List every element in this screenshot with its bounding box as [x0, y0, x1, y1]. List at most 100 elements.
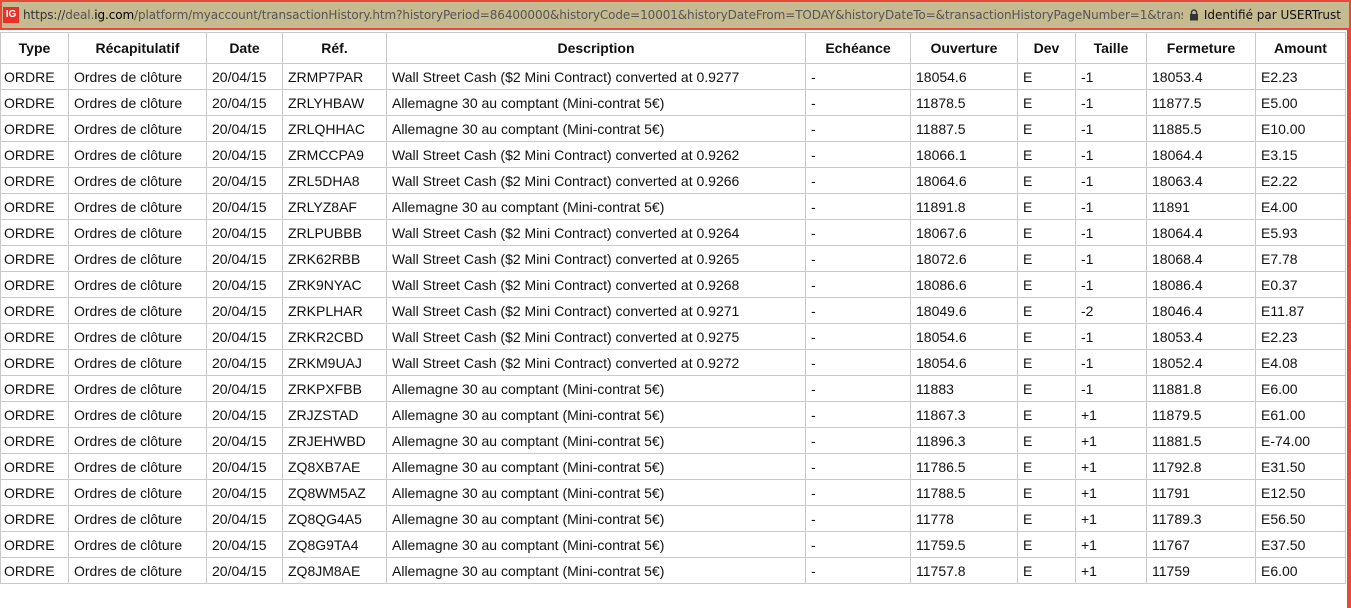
table-row[interactable]: ORDRE Ordres de clôture 20/04/15 ZRK9NYAC Wa…	[0, 271, 1346, 298]
cell-taille: +1	[1075, 531, 1147, 558]
column-header-type[interactable]: Type	[0, 32, 69, 64]
column-header-date[interactable]: Date	[206, 32, 283, 64]
table-row[interactable]: ORDRE Ordres de clôture 20/04/15 ZQ8XB7AE Al…	[0, 453, 1346, 480]
cell-taille: -1	[1075, 219, 1147, 246]
cell-dev: E	[1017, 349, 1076, 376]
transaction-history-table: Type Récapitulatif Date Réf. Description Eché…	[0, 32, 1346, 584]
cell-ouverture: 11891.8	[910, 193, 1018, 220]
cell-echeance: -	[805, 271, 911, 298]
cell-type: ORDRE	[0, 115, 69, 142]
cell-description: Allemagne 30 au comptant (Mini-contrat 5…	[386, 193, 806, 220]
table-row[interactable]: ORDRE Ordres de clôture 20/04/15 ZQ8QG4A5 Al…	[0, 505, 1346, 532]
cell-description: Allemagne 30 au comptant (Mini-contrat 5…	[386, 453, 806, 480]
cell-type: ORDRE	[0, 323, 69, 350]
column-header-taille[interactable]: Taille	[1075, 32, 1147, 64]
table-row[interactable]: ORDRE Ordres de clôture 20/04/15 ZRMP7PAR Wa…	[0, 63, 1346, 90]
table-row[interactable]: ORDRE Ordres de clôture 20/04/15 ZRKR2CBD Wa…	[0, 323, 1346, 350]
cell-fermeture: 11879.5	[1146, 401, 1256, 428]
cell-type: ORDRE	[0, 505, 69, 532]
cell-recapitulatif: Ordres de clôture	[68, 89, 207, 116]
cell-date: 20/04/15	[206, 141, 283, 168]
cell-ouverture: 11867.3	[910, 401, 1018, 428]
cell-description: Allemagne 30 au comptant (Mini-contrat 5…	[386, 401, 806, 428]
table-row[interactable]: ORDRE Ordres de clôture 20/04/15 ZRKPLHAR Wa…	[0, 297, 1346, 324]
column-header-echeance[interactable]: Echéance	[805, 32, 911, 64]
cell-amount: E2.23	[1255, 323, 1346, 350]
cell-ref: ZRMP7PAR	[282, 63, 387, 90]
cell-fermeture: 18053.4	[1146, 63, 1256, 90]
cell-amount: E4.08	[1255, 349, 1346, 376]
cell-taille: +1	[1075, 479, 1147, 506]
table-row[interactable]: ORDRE Ordres de clôture 20/04/15 ZRLQHHAC Al…	[0, 115, 1346, 142]
cell-ouverture: 18072.6	[910, 245, 1018, 272]
cell-recapitulatif: Ordres de clôture	[68, 505, 207, 532]
table-row[interactable]: ORDRE Ordres de clôture 20/04/15 ZRJZSTAD Al…	[0, 401, 1346, 428]
cell-type: ORDRE	[0, 167, 69, 194]
cell-date: 20/04/15	[206, 401, 283, 428]
table-row[interactable]: ORDRE Ordres de clôture 20/04/15 ZRKPXFBB Al…	[0, 375, 1346, 402]
cell-taille: -1	[1075, 271, 1147, 298]
cell-date: 20/04/15	[206, 323, 283, 350]
cell-taille: -1	[1075, 63, 1147, 90]
cell-type: ORDRE	[0, 193, 69, 220]
cell-ref: ZRLYHBAW	[282, 89, 387, 116]
cell-dev: E	[1017, 453, 1076, 480]
table-row[interactable]: ORDRE Ordres de clôture 20/04/15 ZRL5DHA8 Wa…	[0, 167, 1346, 194]
table-row[interactable]: ORDRE Ordres de clôture 20/04/15 ZQ8WM5AZ Al…	[0, 479, 1346, 506]
cell-date: 20/04/15	[206, 531, 283, 558]
url-path: /platform/myaccount/transactionHistory.h…	[134, 8, 1183, 22]
cell-echeance: -	[805, 141, 911, 168]
address-bar[interactable]: IG https://deal.ig.com/platform/myaccoun…	[0, 0, 1351, 30]
cell-taille: -1	[1075, 89, 1147, 116]
url-subdomain: deal.	[65, 8, 95, 22]
cell-type: ORDRE	[0, 479, 69, 506]
cell-ref: ZQ8G9TA4	[282, 531, 387, 558]
cell-echeance: -	[805, 349, 911, 376]
cell-date: 20/04/15	[206, 219, 283, 246]
cell-ouverture: 18054.6	[910, 63, 1018, 90]
table-row[interactable]: ORDRE Ordres de clôture 20/04/15 ZRLYHBAW Al…	[0, 89, 1346, 116]
page: IG https://deal.ig.com/platform/myaccoun…	[0, 0, 1351, 608]
column-header-amount[interactable]: Amount	[1255, 32, 1346, 64]
table-row[interactable]: ORDRE Ordres de clôture 20/04/15 ZRLYZ8AF Al…	[0, 193, 1346, 220]
cell-dev: E	[1017, 505, 1076, 532]
table-row[interactable]: ORDRE Ordres de clôture 20/04/15 ZQ8JM8AE Al…	[0, 557, 1346, 584]
cell-ref: ZRK62RBB	[282, 245, 387, 272]
cell-amount: E61.00	[1255, 401, 1346, 428]
url-text[interactable]: https://deal.ig.com/platform/myaccount/t…	[23, 8, 1183, 22]
table-row[interactable]: ORDRE Ordres de clôture 20/04/15 ZRMCCPA9 Wa…	[0, 141, 1346, 168]
cell-date: 20/04/15	[206, 453, 283, 480]
cell-echeance: -	[805, 401, 911, 428]
cell-echeance: -	[805, 193, 911, 220]
cell-ouverture: 11883	[910, 375, 1018, 402]
cell-description: Allemagne 30 au comptant (Mini-contrat 5…	[386, 89, 806, 116]
cell-echeance: -	[805, 531, 911, 558]
cell-ouverture: 11759.5	[910, 531, 1018, 558]
column-header-recapitulatif[interactable]: Récapitulatif	[68, 32, 207, 64]
table-row[interactable]: ORDRE Ordres de clôture 20/04/15 ZRK62RBB Wa…	[0, 245, 1346, 272]
table-row[interactable]: ORDRE Ordres de clôture 20/04/15 ZRJEHWBD Al…	[0, 427, 1346, 454]
cell-amount: E0.37	[1255, 271, 1346, 298]
cell-date: 20/04/15	[206, 271, 283, 298]
column-header-ouverture[interactable]: Ouverture	[910, 32, 1018, 64]
cell-ouverture: 11778	[910, 505, 1018, 532]
cell-description: Wall Street Cash ($2 Mini Contract) conv…	[386, 245, 806, 272]
table-row[interactable]: ORDRE Ordres de clôture 20/04/15 ZRLPUBBB Wa…	[0, 219, 1346, 246]
cell-date: 20/04/15	[206, 245, 283, 272]
cell-dev: E	[1017, 479, 1076, 506]
security-indicator[interactable]: Identifié par USERTrust	[1182, 8, 1349, 22]
cell-taille: -1	[1075, 167, 1147, 194]
cell-recapitulatif: Ordres de clôture	[68, 115, 207, 142]
column-header-description[interactable]: Description	[386, 32, 806, 64]
cell-fermeture: 11789.3	[1146, 505, 1256, 532]
column-header-ref[interactable]: Réf.	[282, 32, 387, 64]
table-row[interactable]: ORDRE Ordres de clôture 20/04/15 ZRKM9UAJ Wa…	[0, 349, 1346, 376]
cell-fermeture: 18064.4	[1146, 219, 1256, 246]
column-header-fermeture[interactable]: Fermeture	[1146, 32, 1256, 64]
column-header-dev[interactable]: Dev	[1017, 32, 1076, 64]
cell-echeance: -	[805, 505, 911, 532]
cell-taille: -1	[1075, 193, 1147, 220]
table-row[interactable]: ORDRE Ordres de clôture 20/04/15 ZQ8G9TA4 Al…	[0, 531, 1346, 558]
cell-date: 20/04/15	[206, 375, 283, 402]
cell-dev: E	[1017, 531, 1076, 558]
